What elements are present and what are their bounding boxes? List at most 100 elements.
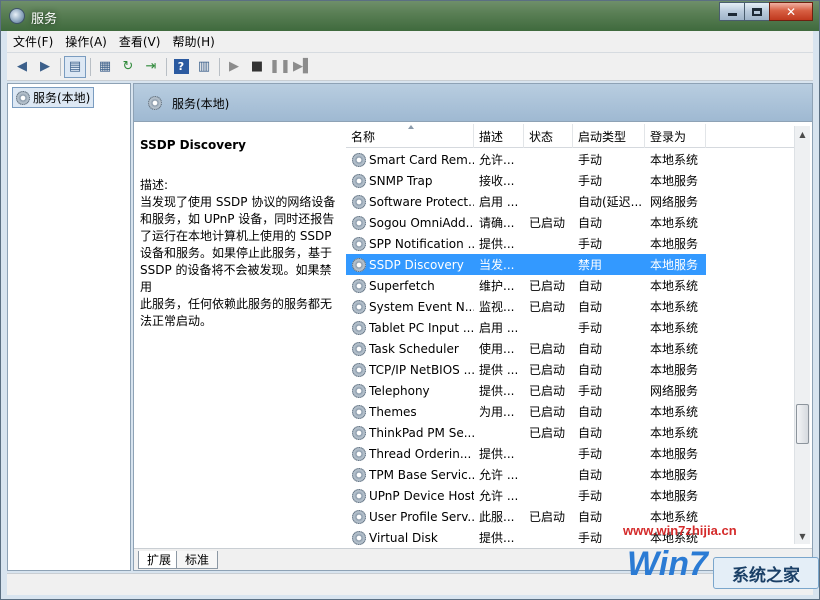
service-name-text: Thread Orderin... — [369, 446, 472, 461]
column-startup-type[interactable]: 启动类型 — [573, 124, 645, 148]
restart-icon[interactable]: ▶▌ — [292, 56, 314, 78]
service-description-cell: 维护... — [479, 279, 515, 293]
tree-item-services-local[interactable]: 服务(本地) — [12, 87, 95, 108]
service-row[interactable]: SNMP Trap 接收... 手动 本地服务 — [346, 170, 706, 191]
service-row[interactable]: UPnP Device Host 允许 ... 手动 本地服务 — [346, 485, 706, 506]
gear-icon — [352, 320, 366, 335]
pause-icon[interactable]: ❚❚ — [269, 56, 291, 78]
menu-view[interactable]: 查看(V) — [113, 33, 167, 50]
service-startup-type-cell: 自动 — [578, 426, 603, 440]
service-name-cell: Virtual Disk — [346, 530, 474, 545]
service-startup-type-cell: 手动 — [578, 237, 603, 251]
toolbar: ◀ ▶ ▤ ▦ ↻ ⇥ ? ▥ ▶ ■ ❚❚ ▶▌ — [7, 53, 813, 81]
service-startup-type-cell: 自动(延迟... — [578, 195, 643, 209]
column-name[interactable]: 名称 — [346, 124, 474, 148]
service-row[interactable]: Smart Card Rem... 允许... 手动 本地系统 — [346, 149, 706, 170]
minimize-button[interactable] — [719, 2, 745, 21]
refresh-icon[interactable]: ↻ — [117, 56, 139, 78]
service-row[interactable]: Themes 为用... 已启动 自动 本地系统 — [346, 401, 706, 422]
service-row[interactable]: Thread Orderin... 提供... 手动 本地服务 — [346, 443, 706, 464]
service-startup-type-cell: 手动 — [578, 174, 603, 188]
title-bar[interactable]: 服务 ✕ — [1, 1, 819, 31]
service-row[interactable]: System Event N... 监视... 已启动 自动 本地系统 — [346, 296, 706, 317]
service-description-cell: 启用 ... — [479, 321, 519, 335]
description-line: 了运行在本地计算机上使用的 SSDP — [140, 229, 332, 243]
toolbar-separator — [163, 56, 169, 78]
service-status-cell: 已启动 — [529, 279, 566, 293]
description-line: 此服务，任何依赖此服务的服务都无 — [140, 297, 333, 311]
service-description-cell: 接收... — [479, 174, 515, 188]
scroll-up-icon[interactable]: ▲ — [795, 126, 810, 142]
service-name-cell: UPnP Device Host — [346, 488, 474, 503]
service-log-on-as-cell: 网络服务 — [650, 384, 699, 398]
help-icon[interactable]: ? — [170, 56, 192, 78]
service-row[interactable]: SPP Notification ... 提供... 手动 本地服务 — [346, 233, 706, 254]
service-name-cell: System Event N... — [346, 299, 474, 314]
service-startup-type-cell: 自动 — [578, 279, 603, 293]
service-startup-type-cell: 手动 — [578, 447, 603, 461]
forward-arrow-icon[interactable]: ▶ — [34, 56, 56, 78]
service-name-text: ThinkPad PM Se... — [369, 425, 474, 440]
close-button[interactable]: ✕ — [769, 2, 813, 21]
vertical-scrollbar[interactable]: ▲ ▼ — [794, 126, 810, 544]
gear-icon — [352, 194, 366, 209]
service-log-on-as-cell: 本地系统 — [650, 279, 699, 293]
service-name-text: Task Scheduler — [369, 341, 459, 356]
gear-icon — [352, 446, 366, 461]
service-row[interactable]: Telephony 提供... 已启动 手动 网络服务 — [346, 380, 706, 401]
gear-icon — [352, 173, 366, 188]
watermark-win7-text: Win7 — [627, 545, 708, 583]
gear-icon — [352, 278, 366, 293]
toolbar-separator — [87, 56, 93, 78]
service-row[interactable]: Superfetch 维护... 已启动 自动 本地系统 — [346, 275, 706, 296]
gear-icon — [352, 488, 366, 503]
service-name-cell: Task Scheduler — [346, 341, 474, 356]
service-row[interactable]: SSDP Discovery 当发... 禁用 本地服务 — [346, 254, 706, 275]
column-log-on-as[interactable]: 登录为 — [645, 124, 706, 148]
service-status-cell: 已启动 — [529, 384, 566, 398]
service-log-on-as-cell: 本地服务 — [650, 363, 699, 377]
export-icon[interactable]: ⇥ — [140, 56, 162, 78]
column-description[interactable]: 描述 — [474, 124, 524, 148]
start-icon[interactable]: ▶ — [223, 56, 245, 78]
service-row[interactable]: Sogou OmniAdd... 请确... 已启动 自动 本地系统 — [346, 212, 706, 233]
menu-action[interactable]: 操作(A) — [59, 33, 113, 50]
service-description-cell: 请确... — [479, 216, 515, 230]
service-name-text: UPnP Device Host — [369, 488, 474, 503]
service-name-cell: TCP/IP NetBIOS ... — [346, 362, 474, 377]
service-log-on-as-cell: 本地服务 — [650, 447, 699, 461]
menu-help[interactable]: 帮助(H) — [166, 33, 220, 50]
column-status[interactable]: 状态 — [524, 124, 573, 148]
back-arrow-icon[interactable]: ◀ — [11, 56, 33, 78]
menu-file[interactable]: 文件(F) — [7, 33, 59, 50]
tree-item-label: 服务(本地) — [33, 91, 91, 105]
service-row[interactable]: Task Scheduler 使用... 已启动 自动 本地系统 — [346, 338, 706, 359]
tab-standard[interactable]: 标准 — [176, 551, 219, 569]
service-row[interactable]: Tablet PC Input ... 启用 ... 手动 本地系统 — [346, 317, 706, 338]
stop-icon[interactable]: ■ — [246, 56, 268, 78]
description-line: SSDP 的设备将不会被发现。如果禁用 — [140, 263, 332, 294]
service-row[interactable]: ThinkPad PM Se... 已启动 自动 本地系统 — [346, 422, 706, 443]
maximize-button[interactable] — [744, 2, 770, 21]
properties-icon[interactable]: ▦ — [94, 56, 116, 78]
services-window: 服务 ✕ 文件(F) 操作(A) 查看(V) 帮助(H) ◀ ▶ ▤ ▦ ↻ ⇥… — [0, 0, 820, 600]
service-name-text: Smart Card Rem... — [369, 152, 474, 167]
service-name-text: Virtual Disk — [369, 530, 438, 545]
description-line: 设备和服务。如果停止此服务，基于 — [140, 246, 333, 260]
service-row[interactable]: TPM Base Servic... 允许 ... 自动 本地服务 — [346, 464, 706, 485]
service-name-text: SSDP Discovery — [369, 257, 464, 272]
console-tree: 服务(本地) — [7, 83, 131, 571]
console-tree-icon[interactable]: ▤ — [64, 55, 86, 78]
action-pane-icon[interactable]: ▥ — [193, 56, 215, 78]
gear-icon — [148, 96, 162, 110]
scrollbar-thumb[interactable] — [796, 404, 809, 444]
service-log-on-as-cell: 本地系统 — [650, 153, 699, 167]
service-log-on-as-cell: 本地服务 — [650, 489, 699, 503]
service-row[interactable]: TCP/IP NetBIOS ... 提供 ... 已启动 自动 本地服务 — [346, 359, 706, 380]
gear-icon — [352, 152, 366, 167]
gear-icon — [352, 362, 366, 377]
tab-extended[interactable]: 扩展 — [138, 551, 181, 569]
service-row[interactable]: Software Protect... 启用 ... 自动(延迟... 网络服务 — [346, 191, 706, 212]
service-description-cell: 使用... — [479, 342, 515, 356]
service-name-cell: SNMP Trap — [346, 173, 474, 188]
